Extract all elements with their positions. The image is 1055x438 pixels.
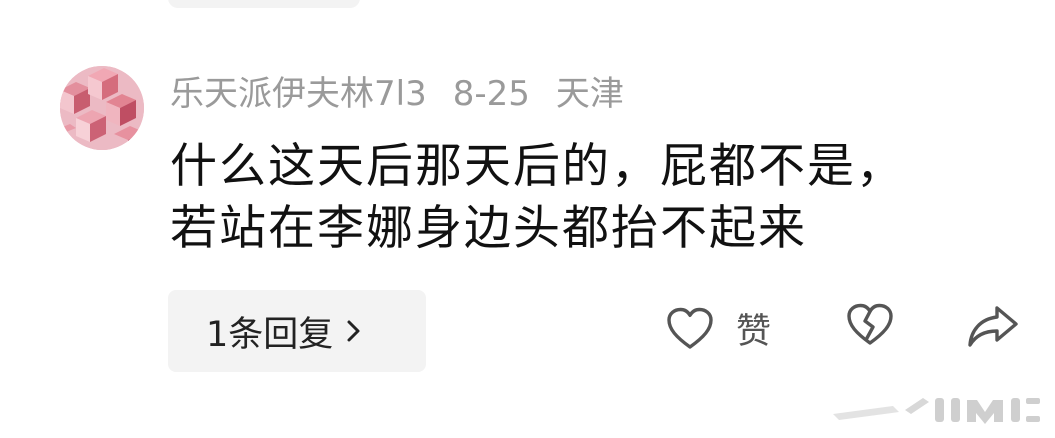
- like-label: 赞: [736, 312, 772, 352]
- comment-line-1: 什么这天后那天后的，屁都不是，: [170, 139, 905, 194]
- chevron-right-icon: [347, 320, 360, 342]
- comment-line-2: 若站在李娜身边头都抬不起来: [170, 201, 807, 256]
- previous-item-edge: [168, 0, 360, 8]
- heart-outline-icon: [667, 307, 713, 349]
- watermark-logo: [833, 398, 1040, 424]
- share-button[interactable]: [966, 303, 1020, 349]
- user-avatar[interactable]: [60, 66, 144, 150]
- broken-heart-icon: [847, 303, 893, 345]
- avatar-image: [60, 66, 144, 150]
- comment-date: 8-25: [452, 74, 530, 114]
- share-arrow-icon: [968, 306, 1018, 347]
- comment-meta: 乐天派伊夫林7l3 8-25 天津: [170, 72, 624, 116]
- username[interactable]: 乐天派伊夫林7l3: [170, 72, 427, 116]
- comment-body: 什么这天后那天后的，屁都不是， 若站在李娜身边头都抬不起来: [170, 136, 990, 260]
- reply-count-label: 1条回复: [206, 314, 334, 355]
- dislike-button[interactable]: [846, 303, 894, 347]
- comment-location: 天津: [555, 74, 624, 114]
- view-replies-button[interactable]: 1条回复: [168, 290, 426, 372]
- like-button[interactable]: 赞: [666, 303, 771, 354]
